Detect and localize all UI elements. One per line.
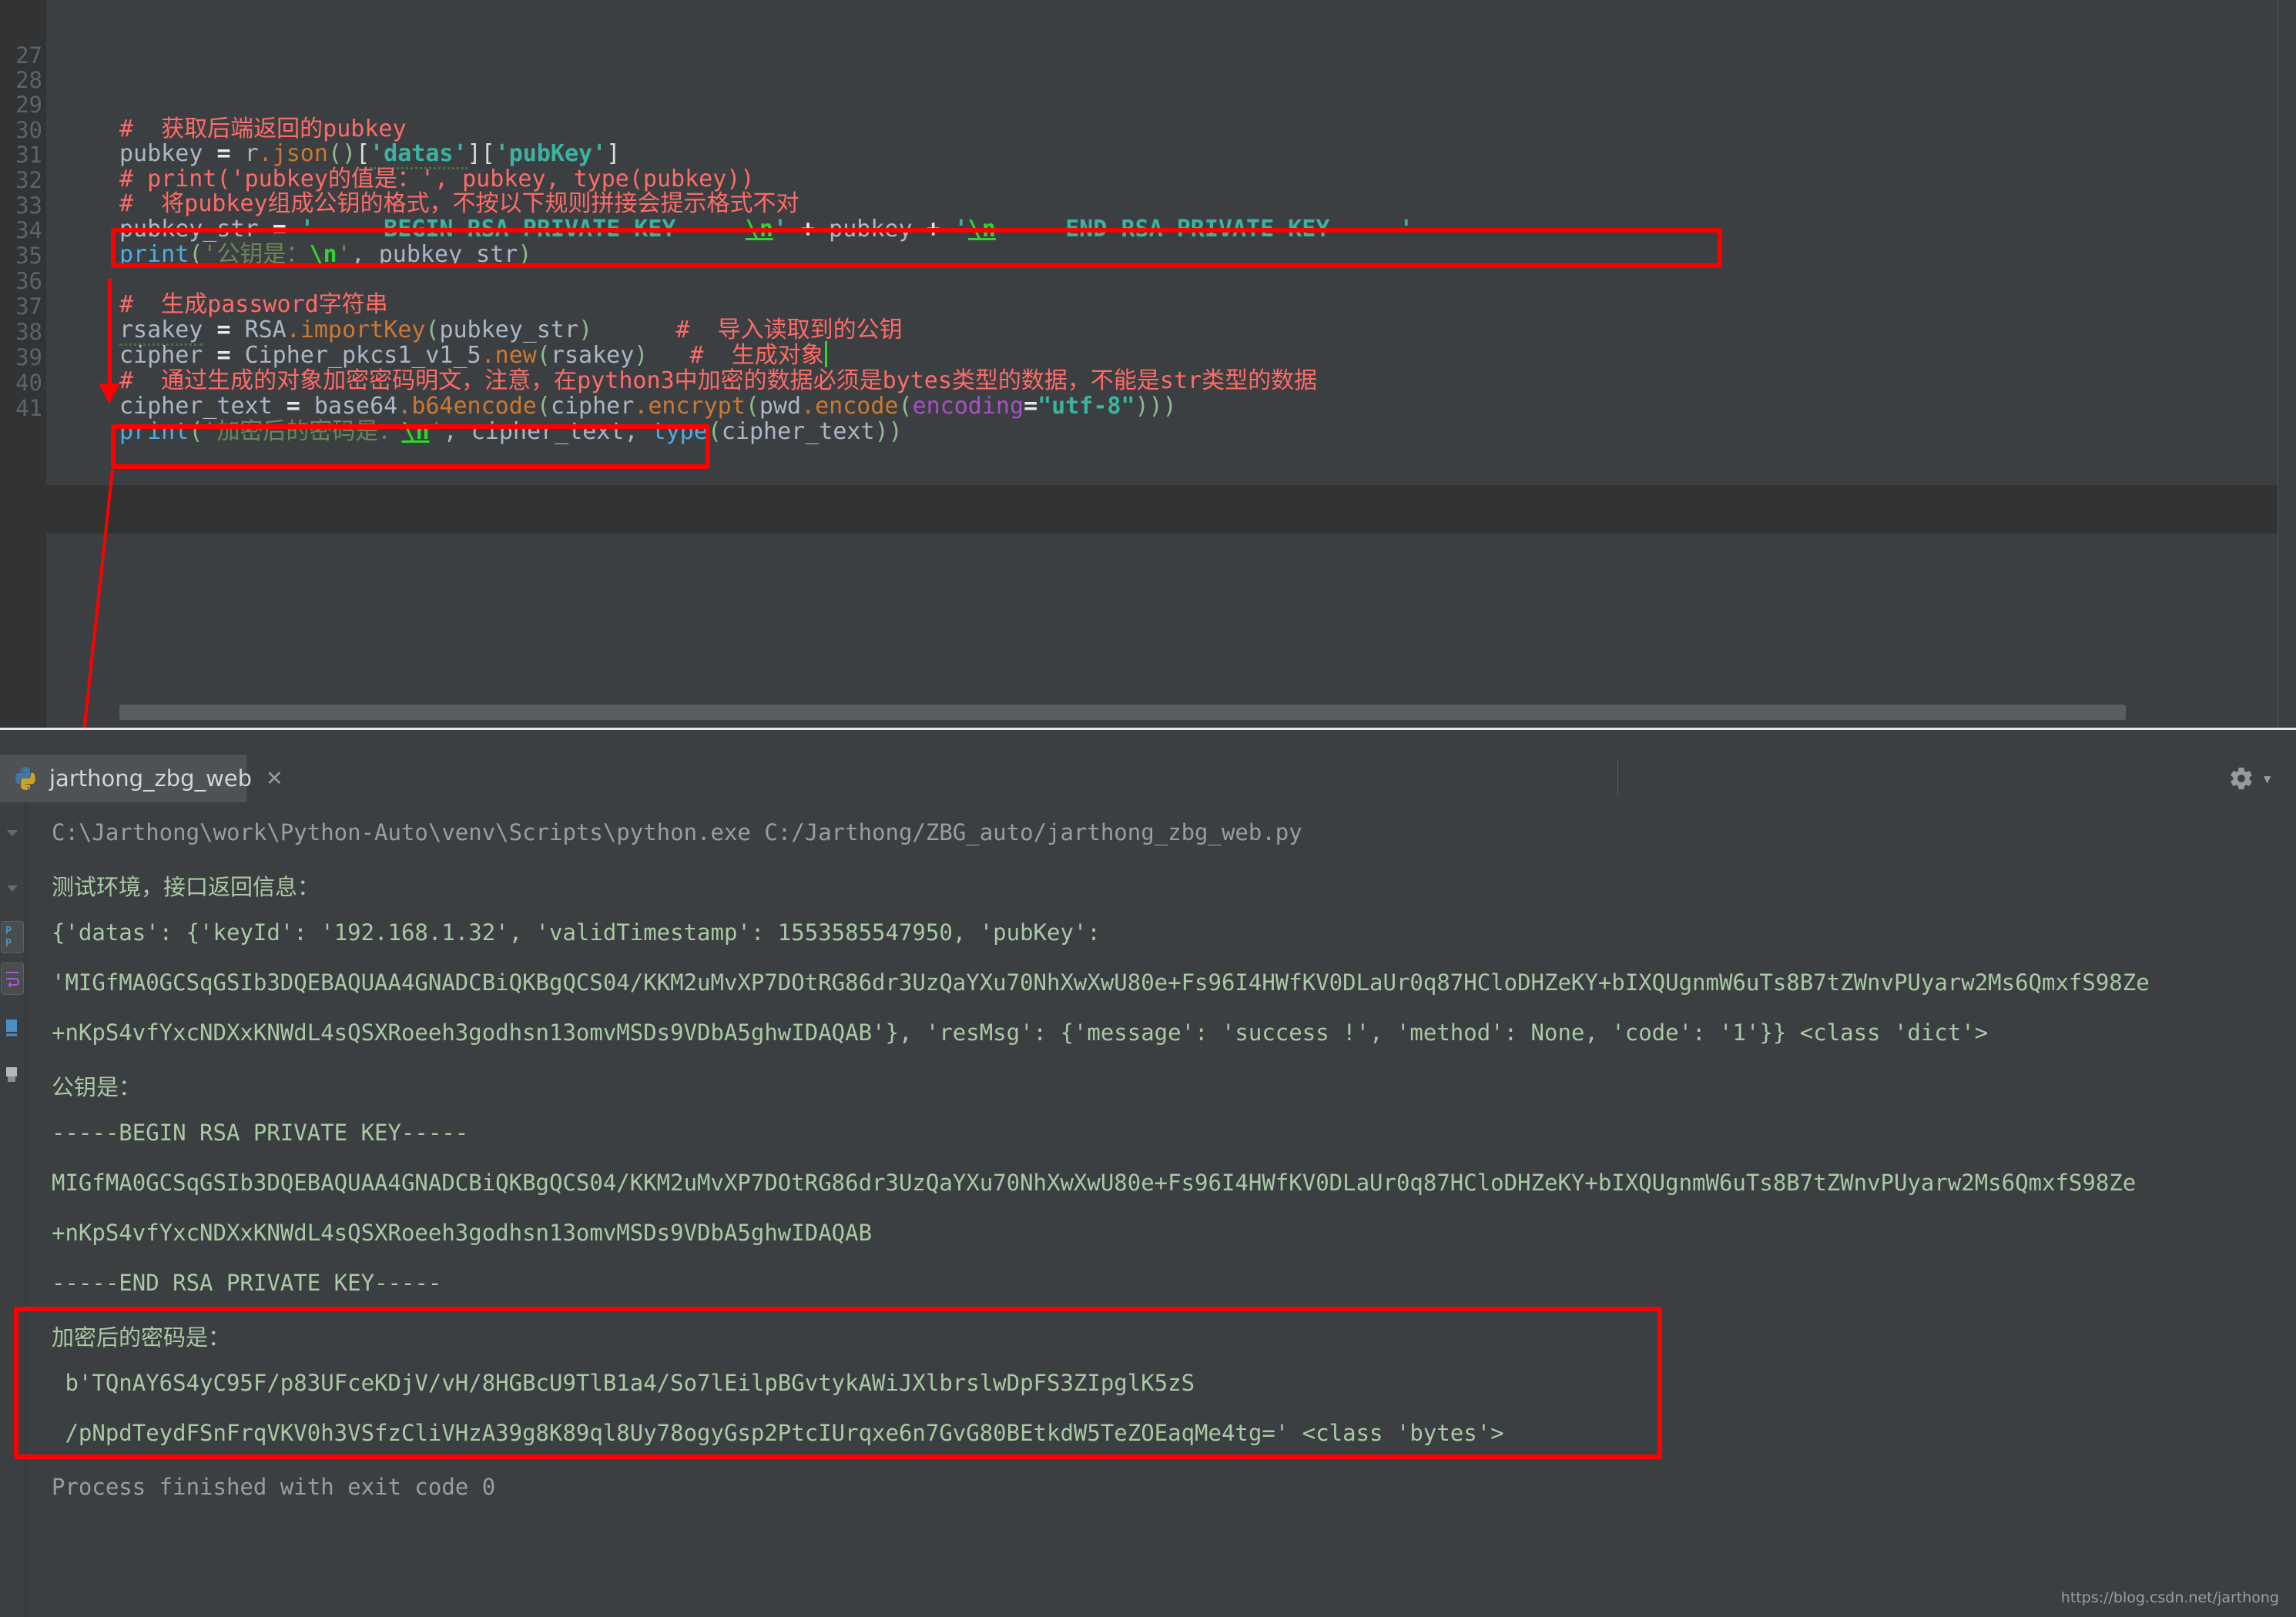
svg-text:P: P <box>5 938 12 949</box>
soft-wrap-icon[interactable] <box>1 962 24 995</box>
console-line-process-finished: Process finished with exit code 0 <box>52 1474 496 1500</box>
svg-text:P: P <box>5 926 12 937</box>
token-comma: , <box>443 418 471 445</box>
token-quote: ' <box>203 418 217 445</box>
tab-strip-separator <box>1617 761 1618 796</box>
console-line-key-begin: -----BEGIN RSA PRIVATE KEY----- <box>52 1120 469 1146</box>
editor-marker-strip[interactable] <box>2278 0 2296 728</box>
token-string: "utf-8" <box>1037 393 1135 420</box>
console-line-encrypted-part1: b'TQnAY6S4yC95F/p83UFceKDjV/vH/8HGBcU9Tl… <box>52 1370 1195 1396</box>
console-toolbar[interactable]: P P <box>0 802 26 1617</box>
editor-horizontal-scrollbar[interactable] <box>119 705 2126 720</box>
print-python-icon[interactable]: P P <box>1 921 24 953</box>
panel-top-gap <box>0 730 2296 755</box>
scroll-to-end-icon[interactable] <box>1 1012 24 1044</box>
console-line-command: C:\Jarthong\work\Python-Auto\venv\Script… <box>52 819 1302 845</box>
console-output[interactable]: C:\Jarthong\work\Python-Auto\venv\Script… <box>26 802 2296 1617</box>
token-builtin: print <box>119 418 189 445</box>
console-line-key-end: -----END RSA PRIVATE KEY----- <box>52 1270 442 1296</box>
token-comma: , <box>624 418 652 445</box>
stop-icon[interactable] <box>1 873 24 906</box>
rerun-icon[interactable] <box>1 819 24 852</box>
line-number: 41 <box>15 395 42 421</box>
token-quote: ' <box>429 418 444 445</box>
code-editor[interactable]: 27 28 # 获取后端返回的pubkey 29 pubkey = r.json… <box>0 0 2296 728</box>
console-tab-label: jarthong_zbg_web <box>49 765 253 792</box>
token-keyword-arg: encoding <box>912 393 1024 420</box>
token-paren: )) <box>874 418 903 445</box>
token-paren: ( <box>189 418 203 445</box>
token-builtin: type <box>652 418 708 445</box>
console-line-response-part3: +nKpS4vfYxcNDXxKNWdL4sQSXRoeeh3godhsn13o… <box>52 1019 1989 1046</box>
code-text: print('加密后的密码是：\n', cipher_text, type(ci… <box>119 407 903 456</box>
token-variable: cipher_text <box>471 418 625 445</box>
annotation-arrow-head-short <box>99 383 120 403</box>
run-console-panel[interactable]: jarthong_zbg_web ✕ ▾ P P C:\Jarthong\wor… <box>0 728 2296 1617</box>
token-escape: \n <box>401 418 430 445</box>
token-paren: ( <box>707 418 722 445</box>
console-line-key-body2: +nKpS4vfYxcNDXxKNWdL4sQSXRoeeh3godhsn13o… <box>52 1220 873 1246</box>
annotation-arrow-shaft-short <box>108 279 112 387</box>
console-line-encrypted-label: 加密后的密码是： <box>52 1324 231 1351</box>
token-operator: = <box>1024 393 1038 420</box>
console-line-pubkey-label: 公钥是： <box>52 1074 142 1100</box>
close-icon[interactable]: ✕ <box>266 767 283 791</box>
print-icon[interactable] <box>1 1058 24 1090</box>
token-paren: ))) <box>1135 393 1177 420</box>
current-line-highlight <box>0 485 2296 534</box>
chevron-down-icon[interactable]: ▾ <box>2262 768 2273 789</box>
gear-icon[interactable] <box>2228 765 2254 792</box>
code-line-41[interactable]: 41 <box>0 336 2296 421</box>
token-string: 加密后的密码是： <box>216 418 402 445</box>
token-variable: cipher_text <box>721 418 875 445</box>
console-line-encrypted-part2: /pNpdTeydFSnFrqVKV0h3VSfzCliVHzA39g8K89q… <box>52 1420 1504 1446</box>
console-line-response-part2: 'MIGfMA0GCSqGSIb3DQEBAQUAA4GNADCBiQKBgQC… <box>52 969 2150 996</box>
python-icon <box>12 765 39 792</box>
watermark-url: https://blog.csdn.net/jarthong <box>2060 1589 2279 1606</box>
console-settings-control[interactable]: ▾ <box>2228 765 2273 792</box>
console-line-response-part1: {'datas': {'keyId': '192.168.1.32', 'val… <box>52 919 1101 946</box>
console-tab-strip[interactable]: jarthong_zbg_web ✕ ▾ <box>0 755 2296 803</box>
console-line-env-label: 测试环境，接口返回信息： <box>52 874 320 900</box>
console-tab-jarthong-zbg-web[interactable]: jarthong_zbg_web ✕ <box>0 755 283 802</box>
console-line-key-body1: MIGfMA0GCSqGSIb3DQEBAQUAA4GNADCBiQKBgQCS… <box>52 1170 2137 1196</box>
